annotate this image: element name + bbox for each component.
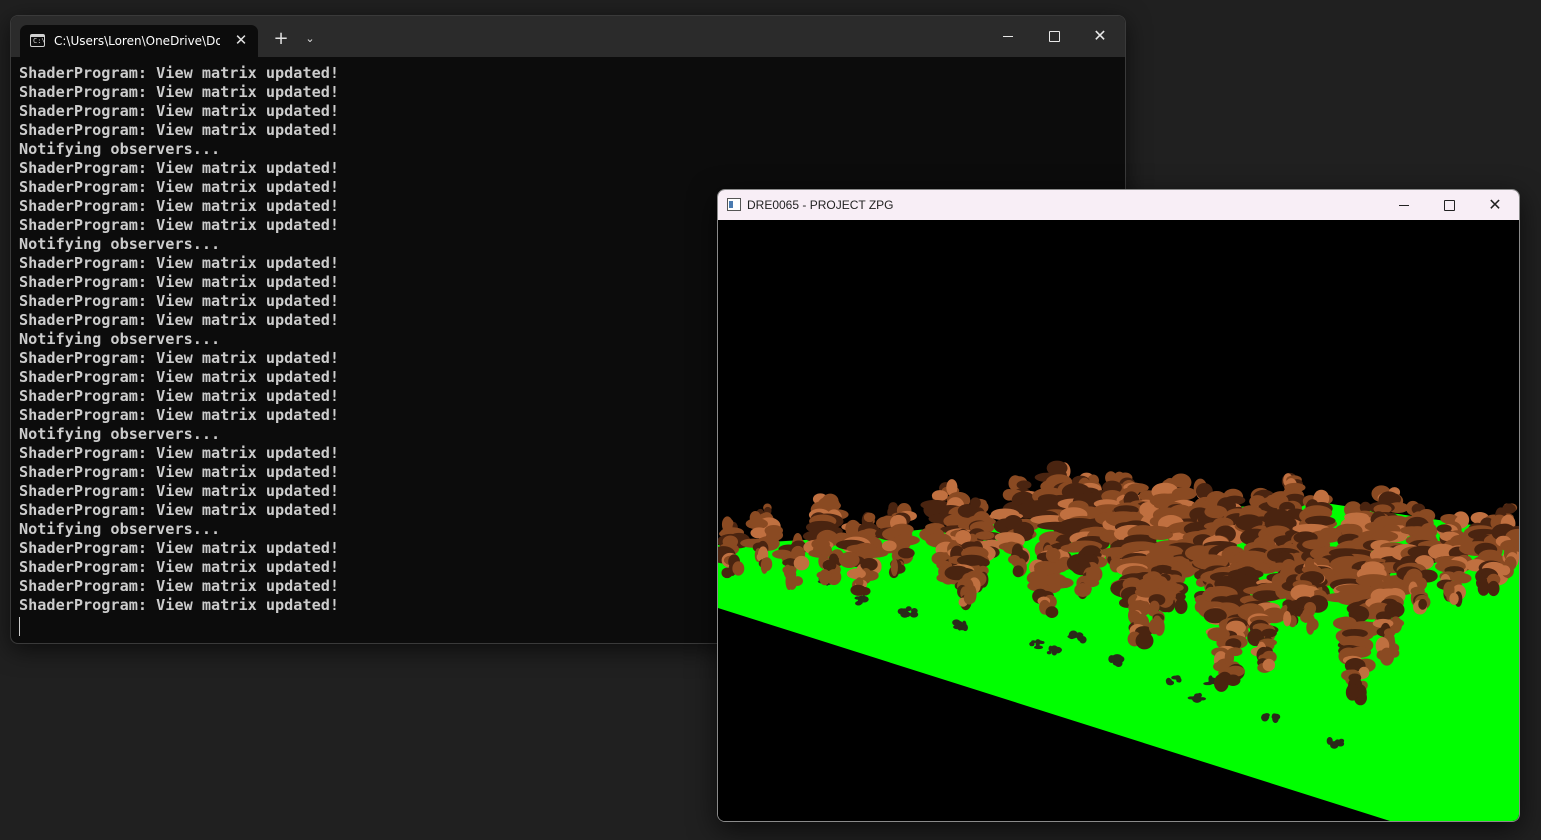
tree-foliage (1174, 598, 1188, 615)
maximize-icon (1048, 30, 1060, 42)
tab-title: C:\Users\Loren\OneDrive\Dokumenty (54, 34, 220, 48)
close-icon: ✕ (1488, 195, 1502, 214)
tree-foliage (931, 490, 948, 501)
tree-foliage (761, 557, 773, 572)
tree-foliage (1487, 580, 1500, 597)
tree-foliage (1045, 547, 1061, 563)
bush-blob (1035, 641, 1040, 648)
bush-blob (1068, 633, 1076, 640)
tree-foliage (732, 561, 745, 576)
tree-foliage (1379, 647, 1395, 666)
terminal-tab[interactable]: C:\ C:\Users\Loren\OneDrive\Dokumenty ✕ (20, 25, 258, 57)
tab-close-icon[interactable]: ✕ (230, 29, 252, 51)
console-icon: C:\ (30, 34, 46, 47)
bush-blob (1264, 713, 1270, 720)
terminal-titlebar: C:\ C:\Users\Loren\OneDrive\Dokumenty ✕ … (11, 16, 1125, 57)
bush-blob (900, 609, 910, 618)
minimize-button[interactable] (985, 24, 1031, 48)
close-icon: ✕ (1093, 26, 1107, 45)
tree-foliage (1225, 674, 1241, 686)
tree-foliage (1012, 565, 1024, 578)
bush-blob (1176, 678, 1181, 683)
tree-foliage (1045, 606, 1059, 618)
new-tab-button[interactable]: + (270, 28, 292, 50)
bush-blob (1166, 680, 1175, 686)
chevron-down-icon[interactable]: ⌄ (299, 28, 321, 50)
bush-blob (854, 596, 862, 600)
maximize-icon (1443, 199, 1455, 211)
tree-foliage (792, 576, 804, 586)
tree-foliage (1074, 582, 1092, 597)
tree-foliage (1262, 658, 1276, 672)
tree-foliage (846, 568, 866, 580)
terminal-line: ShaderProgram: View matrix updated! (19, 121, 340, 139)
tree-foliage (850, 584, 866, 596)
bush-blob (1273, 714, 1280, 720)
tree-foliage (975, 531, 995, 540)
minimize-icon (1003, 35, 1013, 37)
bush-blob (952, 619, 961, 626)
tree-foliage (1283, 610, 1292, 627)
tree-foliage (1148, 530, 1173, 540)
terminal-line: ShaderProgram: View matrix updated! (19, 64, 340, 82)
terminal-line: Notifying observers... (19, 140, 221, 158)
bush-blob (1075, 632, 1084, 639)
bush-blob (1338, 738, 1345, 744)
tree-foliage (956, 554, 987, 566)
tree-foliage (1261, 628, 1277, 638)
tree-foliage (785, 572, 793, 591)
bush-blob (1108, 655, 1116, 664)
bush-blob (1052, 646, 1062, 654)
tree-foliage (1418, 598, 1428, 610)
tree-foliage (897, 547, 915, 559)
text-cursor (19, 617, 20, 636)
bush-blob (962, 624, 968, 632)
maximize-button[interactable] (1031, 24, 1077, 48)
render-viewport[interactable] (718, 220, 1519, 821)
gl-minimize-button[interactable] (1381, 193, 1427, 217)
console-icon-text: C:\ (33, 37, 46, 45)
tree-foliage (1213, 674, 1229, 692)
tree-foliage (1452, 570, 1466, 582)
tree-foliage (1135, 632, 1154, 650)
terminal-line: ShaderProgram: View matrix updated! (19, 102, 340, 120)
opengl-window: DRE0065 - PROJECT ZPG ✕ (717, 189, 1520, 822)
tree-foliage (890, 558, 898, 577)
tree-foliage (1016, 480, 1032, 490)
tree-foliage (1449, 592, 1459, 605)
bush-blob (909, 611, 919, 618)
terminal-line: ShaderProgram: View matrix updated! (19, 83, 340, 101)
bush-blob (1029, 641, 1035, 647)
tree-foliage (863, 512, 876, 523)
tree-foliage (721, 567, 733, 579)
bush-blob (860, 596, 869, 603)
tree-foliage (1204, 505, 1228, 519)
tree-foliage (963, 591, 975, 605)
terminal-line: ShaderProgram: View matrix updated! (19, 159, 340, 177)
tree-foliage (838, 551, 860, 568)
bush-blob (1203, 682, 1213, 686)
app-icon (727, 198, 741, 211)
gl-close-button[interactable]: ✕ (1472, 193, 1518, 217)
tree-foliage (1499, 565, 1511, 576)
gl-window-title: DRE0065 - PROJECT ZPG (747, 198, 894, 212)
bush-blob (1331, 742, 1339, 747)
bush-blob (1192, 695, 1202, 703)
tree-foliage (1148, 618, 1161, 635)
bush-blob (905, 606, 912, 612)
close-button[interactable]: ✕ (1077, 24, 1123, 48)
tree-foliage (881, 540, 897, 552)
gl-maximize-button[interactable] (1426, 193, 1472, 217)
tree-foliage (816, 570, 833, 580)
tree-foliage (1308, 614, 1316, 631)
gl-titlebar: DRE0065 - PROJECT ZPG ✕ (718, 190, 1519, 220)
minimize-icon (1399, 204, 1409, 206)
bush-blob (1326, 737, 1333, 745)
tree-foliage (1345, 683, 1359, 701)
